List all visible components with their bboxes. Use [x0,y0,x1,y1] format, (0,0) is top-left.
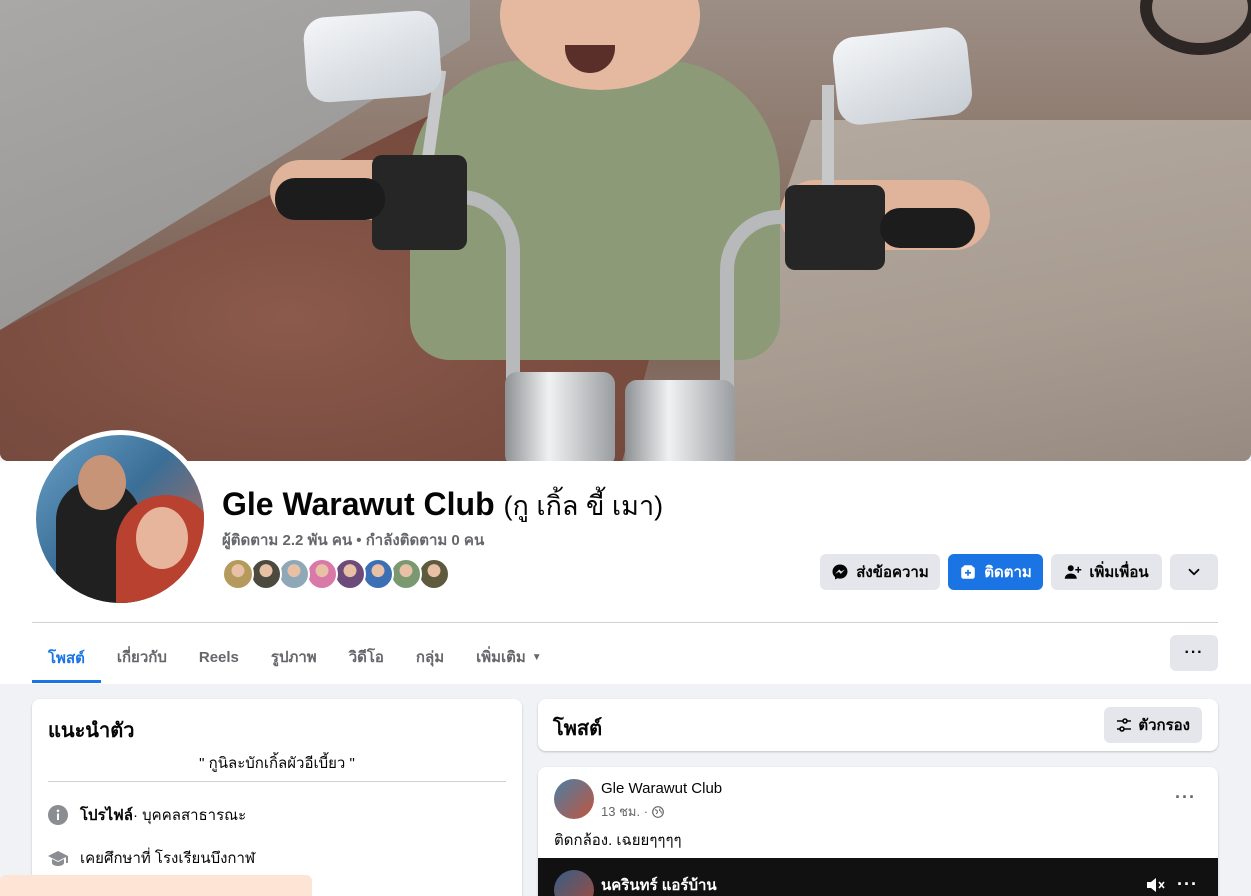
friend-avatar[interactable] [250,558,282,590]
tab-label: Reels [198,648,239,666]
friend-avatars[interactable] [222,558,450,590]
cover-gauge-right [625,380,735,461]
post-author-name[interactable]: Gle Warawut Club [601,780,722,797]
tab-label: รูปภาพ [270,649,317,666]
cover-switch-left [372,155,467,250]
intro-education-text: เคยศึกษาที่ โรงเรียนบึงกาฬ [80,850,256,867]
filter-button[interactable]: ตัวกรอง [1104,707,1202,743]
filter-icon [1117,718,1132,732]
post-text: ติดกล้อง. เฉยยๆๆๆๆ [554,832,682,849]
page-title: Gle Warawut Club (กู เกิ้ล ขี้ เมา) [222,484,663,527]
avatar-person-1-head [78,455,126,510]
cover-mirror-left [302,9,443,104]
cover-switch-right [785,185,885,270]
header-divider [32,622,1218,623]
tab-label: โพสต์ [48,649,85,667]
more-horizontal-icon: ··· [1184,644,1204,661]
friend-avatar[interactable] [222,558,254,590]
tab-reels[interactable]: Reels [183,632,255,682]
shared-author-name[interactable]: นครินทร์ แอร์บ้าน [601,873,717,896]
add-friend-button-label: เพิ่มเพื่อน [1089,564,1149,581]
follow-icon [961,565,975,579]
add-friend-button[interactable]: เพิ่มเพื่อน [1051,554,1162,590]
tab-about[interactable]: เกี่ยวกับ [101,632,183,682]
profile-avatar-image [36,435,204,603]
follower-stats[interactable]: ผู้ติดตาม 2.2 พัน คน • กำลังติดตาม 0 คน [222,528,484,552]
tab-label: เกี่ยวกับ [116,649,167,666]
intro-profile-row: โปรไฟล์ · บุคคลสาธารณะ [48,803,246,827]
friend-avatar[interactable] [362,558,394,590]
friend-avatar[interactable] [278,558,310,590]
cover-mirror-right [830,25,975,127]
tab-photos[interactable]: รูปภาพ [255,632,333,682]
post-author-avatar[interactable] [554,779,594,819]
profile-more-button[interactable] [1170,554,1218,590]
intro-title: แนะนำตัว [48,720,135,742]
video-options-icon[interactable]: ··· [1177,874,1198,895]
mute-icon[interactable] [1146,876,1166,896]
tab-label: กลุ่ม [415,649,445,666]
tab-posts[interactable]: โพสต์ [32,632,101,683]
chevron-down-icon [1188,568,1200,576]
avatar-person-2-head [136,507,188,569]
message-button-label: ส่งข้อความ [856,564,929,581]
tab-label: วิดีโอ [348,649,384,666]
cover-tire [1140,0,1251,55]
cover-gauge-left [505,372,615,461]
intro-divider [48,781,506,782]
cover-mirror-stem-right [822,85,834,185]
post-options-icon[interactable]: ··· [1175,787,1196,808]
follow-button[interactable]: ติดตาม [948,554,1043,590]
tabs-more-options-button[interactable]: ··· [1170,635,1218,671]
post-timestamp[interactable]: 13 ชม. · [601,801,648,822]
message-button[interactable]: ส่งข้อความ [820,554,940,590]
posts-section-title: โพสต์ [553,718,603,740]
tab-videos[interactable]: วิดีโอ [333,632,400,682]
intro-education-row: เคยศึกษาที่ โรงเรียนบึงกาฬ [48,846,255,870]
intro-profile-value: · บุคคลสาธารณะ [133,807,247,824]
tab-label: เพิ่มเติม [476,649,526,666]
intro-card: แนะนำตัว " กูนิละบักเกิ้ลผัวอีเบี้ยว " โ… [32,699,522,896]
add-friend-icon [1065,565,1082,579]
graduation-cap-icon [48,848,68,868]
intro-bio: " กูนิละบักเกิ้ลผัวอีเบี้ยว " [199,755,355,772]
tab-groups[interactable]: กลุ่ม [400,632,460,682]
cover-grip-left [275,178,385,220]
intro-profile-label: โปรไฟล์ [80,807,133,824]
profile-avatar[interactable] [31,430,209,608]
bottom-notification-bar[interactable] [0,875,312,896]
posts-header-card: โพสต์ ตัวกรอง [538,699,1218,751]
post-card: Gle Warawut Club 13 ชม. · ··· ติดกล้อง. … [538,767,1218,896]
profile-name: Gle Warawut Club [222,486,495,522]
filter-button-label: ตัวกรอง [1138,717,1190,734]
friend-avatar[interactable] [334,558,366,590]
messenger-icon [832,564,848,580]
caret-down-icon: ▼ [531,651,542,663]
globe-icon [652,805,664,818]
post-meta: 13 ชม. · [601,801,664,822]
tab-more[interactable]: เพิ่มเติม ▼ [460,632,558,682]
friend-avatar[interactable] [418,558,450,590]
shared-author-avatar[interactable] [554,870,594,896]
info-icon [48,805,68,825]
friend-avatar[interactable] [390,558,422,590]
follow-button-label: ติดตาม [984,564,1032,581]
profile-tabs: โพสต์ เกี่ยวกับ Reels รูปภาพ วิดีโอ กลุ่… [32,632,558,684]
profile-alt-name: (กู เกิ้ล ขี้ เมา) [503,491,664,521]
cover-grip-right [880,208,975,248]
post-video[interactable]: นครินทร์ แอร์บ้าน ··· [538,858,1218,896]
cover-photo[interactable] [0,0,1251,461]
friend-avatar[interactable] [306,558,338,590]
